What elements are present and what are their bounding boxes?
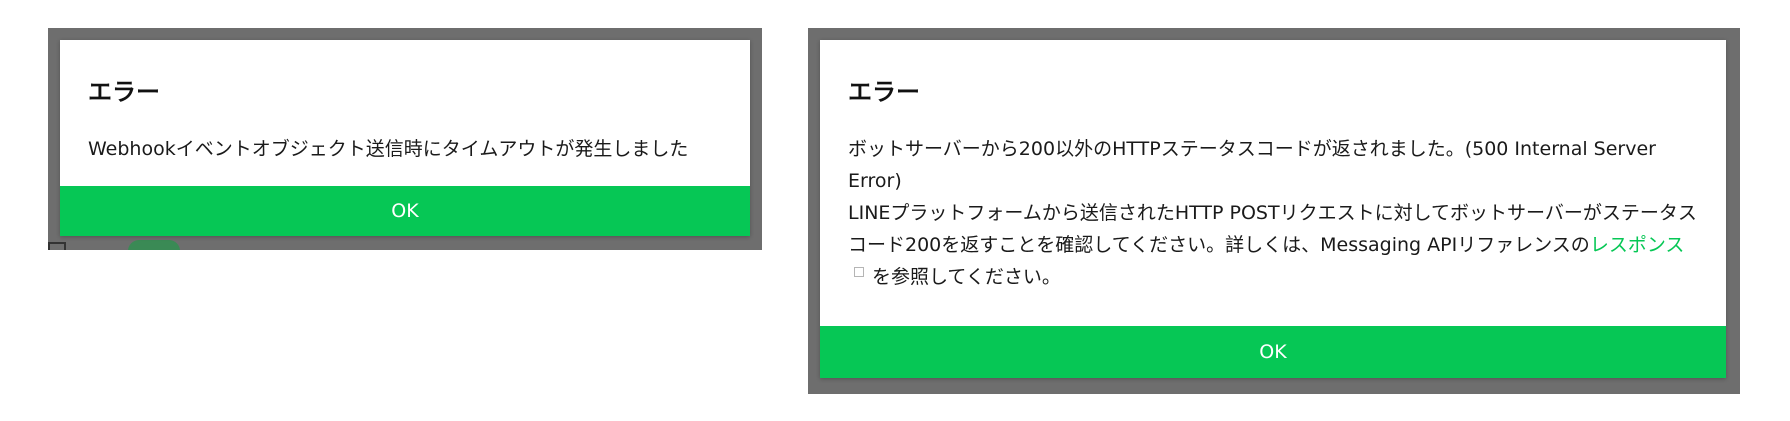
message-line-2-prefix: LINEプラットフォームから送信されたHTTP POSTリクエストに対してボット… (848, 202, 1697, 256)
background-checkbox (48, 242, 66, 250)
message-line-2: LINEプラットフォームから送信されたHTTP POSTリクエストに対してボット… (848, 197, 1698, 293)
dialog-message: ボットサーバーから200以外のHTTPステータスコードが返されました。(500 … (848, 133, 1698, 293)
right-dialog-backdrop: エラー ボットサーバーから200以外のHTTPステータスコードが返されました。(… (808, 28, 1740, 394)
timeout-error-dialog: エラー Webhookイベントオブジェクト送信時にタイムアウトが発生しました O… (60, 40, 750, 236)
dialog-body: エラー Webhookイベントオブジェクト送信時にタイムアウトが発生しました (60, 40, 750, 186)
ok-button[interactable]: OK (60, 186, 750, 236)
background-toggle (128, 240, 180, 250)
dialog-body: エラー ボットサーバーから200以外のHTTPステータスコードが返されました。(… (820, 40, 1726, 326)
ok-button[interactable]: OK (820, 326, 1726, 378)
status-code-error-dialog: エラー ボットサーバーから200以外のHTTPステータスコードが返されました。(… (820, 40, 1726, 378)
external-link-icon (854, 267, 864, 277)
left-dialog-backdrop: エラー Webhookイベントオブジェクト送信時にタイムアウトが発生しました O… (48, 28, 762, 250)
dialog-title: エラー (88, 78, 160, 106)
dialog-title: エラー (848, 78, 920, 106)
dialog-message: Webhookイベントオブジェクト送信時にタイムアウトが発生しました (88, 138, 689, 160)
message-line-1: ボットサーバーから200以外のHTTPステータスコードが返されました。(500 … (848, 138, 1656, 192)
response-link[interactable]: レスポンス (1590, 234, 1685, 256)
message-line-2-suffix: を参照してください。 (872, 266, 1061, 288)
